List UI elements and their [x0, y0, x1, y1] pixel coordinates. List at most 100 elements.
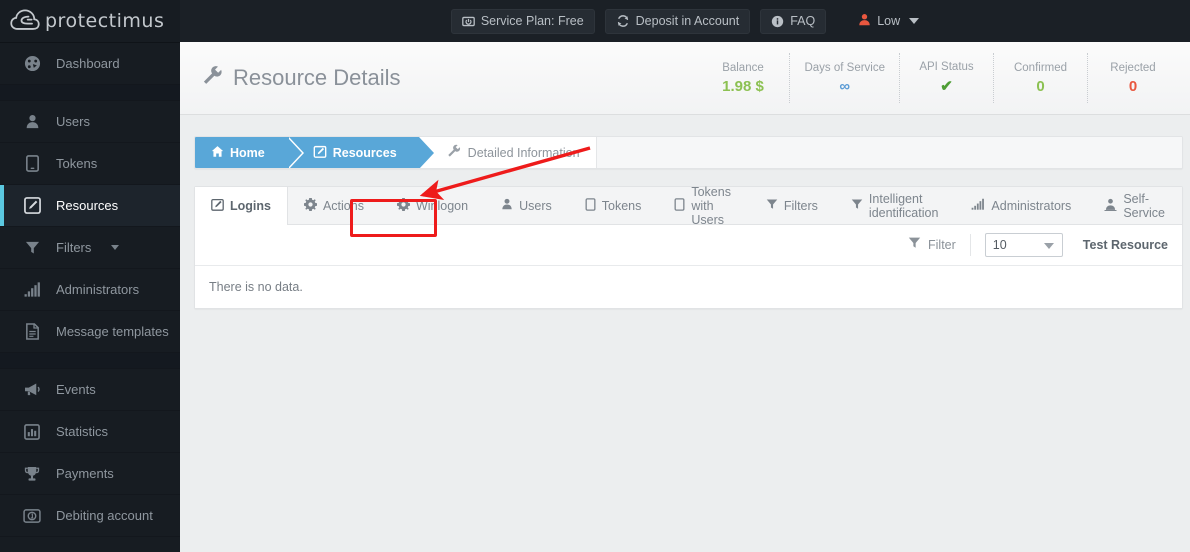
- breadcrumb-item-detailed-information: Detailed Information: [419, 137, 597, 168]
- stat-days-of-service: Days of Service ∞: [790, 53, 900, 103]
- funnel-icon: [851, 198, 863, 213]
- edit-square-icon: [313, 145, 327, 161]
- sidebar-item-resources[interactable]: Resources: [0, 185, 180, 227]
- breadcrumb-label: Home: [230, 145, 265, 160]
- tab-intelligent-identification[interactable]: Intelligent identification: [835, 187, 956, 224]
- stat-balance: Balance 1.98 $: [696, 53, 791, 103]
- header-stats: Balance 1.98 $ Days of Service ∞ API Sta…: [696, 53, 1182, 103]
- stat-value: 0: [1128, 77, 1138, 95]
- stat-label: API Status: [919, 61, 974, 73]
- sidebar-item-debiting-account[interactable]: Debiting account: [0, 495, 180, 537]
- tab-filters[interactable]: Filters: [750, 187, 835, 224]
- brand-name: protectimus: [45, 10, 165, 32]
- trophy-icon: [22, 466, 42, 482]
- tab-tokens[interactable]: Tokens: [569, 187, 659, 224]
- user-icon: [501, 198, 513, 213]
- resource-tabs-panel: Logins Actions Winlogon Users Tokens Tok…: [194, 184, 1183, 309]
- stat-value: ✔: [940, 78, 953, 95]
- stat-label: Days of Service: [804, 61, 885, 74]
- sidebar-item-label: Administrators: [56, 282, 140, 297]
- breadcrumb-item-resources[interactable]: Resources: [286, 137, 436, 168]
- sidebar-divider-1: [0, 85, 180, 101]
- sidebar-item-dashboard[interactable]: Dashboard: [0, 43, 180, 85]
- page-size-value: 10: [992, 238, 1007, 252]
- home-icon: [211, 145, 224, 161]
- tab-label: Logins: [230, 198, 271, 213]
- tab-administrators[interactable]: Administrators: [955, 187, 1088, 224]
- bars-chart-icon: [22, 282, 42, 297]
- sidebar-item-label: Filters: [56, 240, 92, 255]
- sidebar-item-message-templates[interactable]: Message templates: [0, 311, 180, 353]
- page-title: Resource Details: [202, 65, 401, 92]
- chevron-down-icon: [909, 18, 920, 24]
- sidebar-item-statistics[interactable]: Statistics: [0, 411, 180, 453]
- user-name: Low: [877, 14, 901, 28]
- service-plan-button[interactable]: Service Plan: Free: [450, 8, 595, 34]
- logo[interactable]: protectimus: [10, 8, 164, 34]
- tab-logins[interactable]: Logins: [195, 187, 288, 225]
- stat-value: 0: [1036, 77, 1045, 95]
- sidebar-item-label: Resources: [56, 198, 119, 213]
- tab-users[interactable]: Users: [485, 187, 569, 224]
- annotation-highlight-box: [350, 199, 437, 237]
- sidebar-item-administrators[interactable]: Administrators: [0, 269, 180, 311]
- top-bar: protectimus Service Plan: Free Deposit i…: [0, 0, 1190, 42]
- megaphone-icon: [22, 382, 42, 397]
- empty-state: There is no data.: [195, 266, 1182, 308]
- sidebar-item-label: Users: [56, 114, 90, 129]
- token-device-icon: [22, 155, 42, 172]
- faq-button[interactable]: FAQ: [760, 8, 827, 34]
- deposit-label: Deposit in Account: [635, 14, 740, 28]
- table-toolbar: Filter 10 Test Resource: [195, 225, 1182, 266]
- sidebar-item-events[interactable]: Events: [0, 369, 180, 411]
- sidebar-item-payments[interactable]: Payments: [0, 453, 180, 495]
- stat-confirmed: Confirmed 0: [994, 53, 1088, 103]
- funnel-icon: [908, 234, 921, 256]
- page-size-select[interactable]: 10: [984, 233, 1063, 257]
- page-title-text: Resource Details: [233, 65, 401, 90]
- info-icon: [771, 15, 784, 28]
- deposit-button[interactable]: Deposit in Account: [604, 8, 751, 34]
- edit-square-icon: [22, 197, 42, 214]
- chart-box-icon: [22, 423, 42, 440]
- token-device-icon: [674, 197, 685, 214]
- stat-api-status: API Status ✔: [900, 53, 994, 103]
- dashboard-icon: [22, 55, 42, 72]
- token-device-icon: [585, 197, 596, 214]
- breadcrumb-item-home[interactable]: Home: [195, 137, 304, 168]
- refresh-icon: [616, 14, 630, 28]
- service-plan-label: Service Plan: Free: [480, 14, 584, 28]
- coin-icon: [22, 508, 42, 523]
- sidebar-item-label: Events: [56, 382, 96, 397]
- sidebar-item-label: Message templates: [56, 324, 169, 339]
- funnel-icon: [22, 240, 42, 255]
- gear-icon: [303, 197, 317, 214]
- sidebar-divider-2: [0, 353, 180, 369]
- sidebar-item-label: Dashboard: [56, 56, 120, 71]
- user-icon: [22, 114, 42, 129]
- sidebar-item-users[interactable]: Users: [0, 101, 180, 143]
- test-resource-button[interactable]: Test Resource: [1079, 238, 1172, 252]
- document-icon: [22, 323, 42, 340]
- tab-label: Users: [519, 198, 552, 213]
- sidebar-item-tokens[interactable]: Tokens: [0, 143, 180, 185]
- user-menu[interactable]: Low: [858, 13, 920, 29]
- power-badge-icon: [461, 15, 475, 28]
- filter-label: Filter: [928, 238, 956, 252]
- sidebar-item-label: Tokens: [56, 156, 98, 171]
- chevron-down-icon: [111, 245, 120, 250]
- stat-label: Confirmed: [1013, 61, 1068, 74]
- tab-label: Administrators: [991, 198, 1072, 213]
- tab-tokens-with-users[interactable]: Tokens with Users: [658, 184, 750, 227]
- breadcrumb-filler: [596, 137, 1182, 168]
- brand-area[interactable]: protectimus: [0, 0, 180, 42]
- sidebar-item-label: Payments: [56, 466, 114, 481]
- filter-button[interactable]: Filter: [894, 234, 971, 256]
- tab-label: Tokens: [601, 198, 642, 213]
- tab-label: Tokens with Users: [691, 184, 731, 227]
- tab-self-service[interactable]: Self-Service: [1088, 187, 1182, 224]
- sidebar-item-filters[interactable]: Filters: [0, 227, 180, 269]
- tab-label: Filters: [783, 198, 818, 213]
- empty-state-message: There is no data.: [209, 280, 303, 294]
- tab-label: Intelligent identification: [868, 191, 939, 220]
